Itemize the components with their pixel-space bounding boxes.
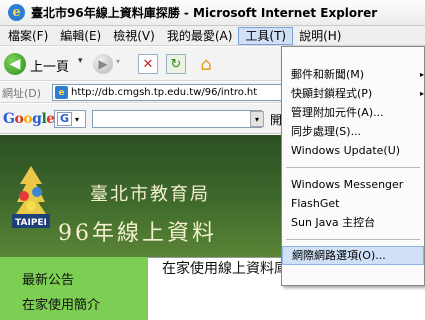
menu-help[interactable]: 說明(H) [293, 27, 347, 45]
menu-item-windows-update[interactable]: Windows Update(U) [282, 141, 424, 160]
refresh-icon[interactable]: ↻ [166, 54, 186, 74]
sidebar-item-news[interactable]: 最新公告 [22, 269, 74, 288]
menu-favorites[interactable]: 我的最愛(A) [161, 27, 239, 45]
google-logo-letter: o [14, 111, 24, 127]
taipei-logo-text: TAIPEI [15, 218, 47, 228]
sidebar: 最新公告 在家使用簡介 [0, 257, 148, 320]
submenu-arrow-icon: ▸ [419, 89, 424, 98]
page-icon: e [55, 86, 68, 99]
address-label: 網址(D) [2, 87, 42, 100]
search-dropdown-icon[interactable]: ▾ [250, 111, 264, 127]
menu-item-internet-options[interactable]: 網際網路選項(O)... [282, 246, 424, 265]
menu-item-label: 快顯封鎖程式(P) [291, 87, 373, 100]
menu-tools[interactable]: 工具(T) [238, 26, 294, 45]
forward-dropdown-icon[interactable]: ▾ [116, 57, 120, 66]
menu-bar: 檔案(F) 編輯(E) 檢視(V) 我的最愛(A) 工具(T) 說明(H) [0, 26, 425, 46]
back-dropdown-icon[interactable]: ▾ [78, 56, 83, 66]
google-logo-letter: o [23, 111, 33, 127]
menu-item-popup-blocker[interactable]: 快顯封鎖程式(P) ▸ [282, 84, 424, 103]
menu-item-flashget[interactable]: FlashGet [282, 194, 424, 213]
menu-edit[interactable]: 編輯(E) [54, 27, 107, 45]
banner-subtitle: 96年線上資料 [58, 221, 217, 246]
title-bar: e 臺北市96年線上資料庫探勝 - Microsoft Internet Exp… [0, 0, 425, 26]
back-button-label[interactable]: 上一頁 [30, 56, 69, 75]
internet-explorer-icon: e [8, 4, 25, 21]
menu-separator [286, 167, 420, 168]
chevron-down-icon: ▾ [75, 114, 80, 124]
stop-icon[interactable]: ✕ [138, 54, 158, 74]
menu-item-manage-addons[interactable]: 管理附加元件(A)... [282, 103, 424, 122]
submenu-arrow-icon: ▸ [419, 70, 424, 79]
google-g-icon: G [57, 112, 73, 126]
google-menu-button[interactable]: G ▾ [54, 110, 86, 128]
menu-item-synchronize[interactable]: 同步處理(S)... [282, 122, 424, 141]
menu-view[interactable]: 檢視(V) [107, 27, 161, 45]
menu-item-sun-java-console[interactable]: Sun Java 主控台 [282, 213, 424, 232]
google-logo-letter: G [3, 111, 15, 127]
back-arrow-icon[interactable]: ◀ [4, 53, 26, 75]
sidebar-item-home-intro[interactable]: 在家使用簡介 [22, 294, 100, 313]
tools-menu: 郵件和新聞(M) ▸ 快顯封鎖程式(P) ▸ 管理附加元件(A)... 同步處理(S… [281, 46, 425, 286]
google-logo[interactable]: Google [3, 111, 55, 127]
menu-item-mail-news[interactable]: 郵件和新聞(M) ▸ [282, 65, 424, 84]
google-search-input[interactable] [92, 110, 262, 128]
taipei-logo-icon: TAIPEI [12, 166, 50, 228]
address-input[interactable]: http://db.cmgsh.tp.edu.tw/96/intro.ht [52, 84, 292, 101]
menu-separator [286, 239, 420, 240]
forward-arrow-icon[interactable]: ▶ [93, 54, 113, 74]
window-title: 臺北市96年線上資料庫探勝 - Microsoft Internet Explo… [31, 6, 378, 20]
menu-file[interactable]: 檔案(F) [2, 27, 54, 45]
banner-title: 臺北市教育局 [90, 184, 210, 205]
menu-item-windows-messenger[interactable]: Windows Messenger [282, 175, 424, 194]
menu-item-label: 郵件和新聞(M) [291, 68, 365, 81]
home-icon[interactable]: ⌂ [194, 52, 218, 76]
